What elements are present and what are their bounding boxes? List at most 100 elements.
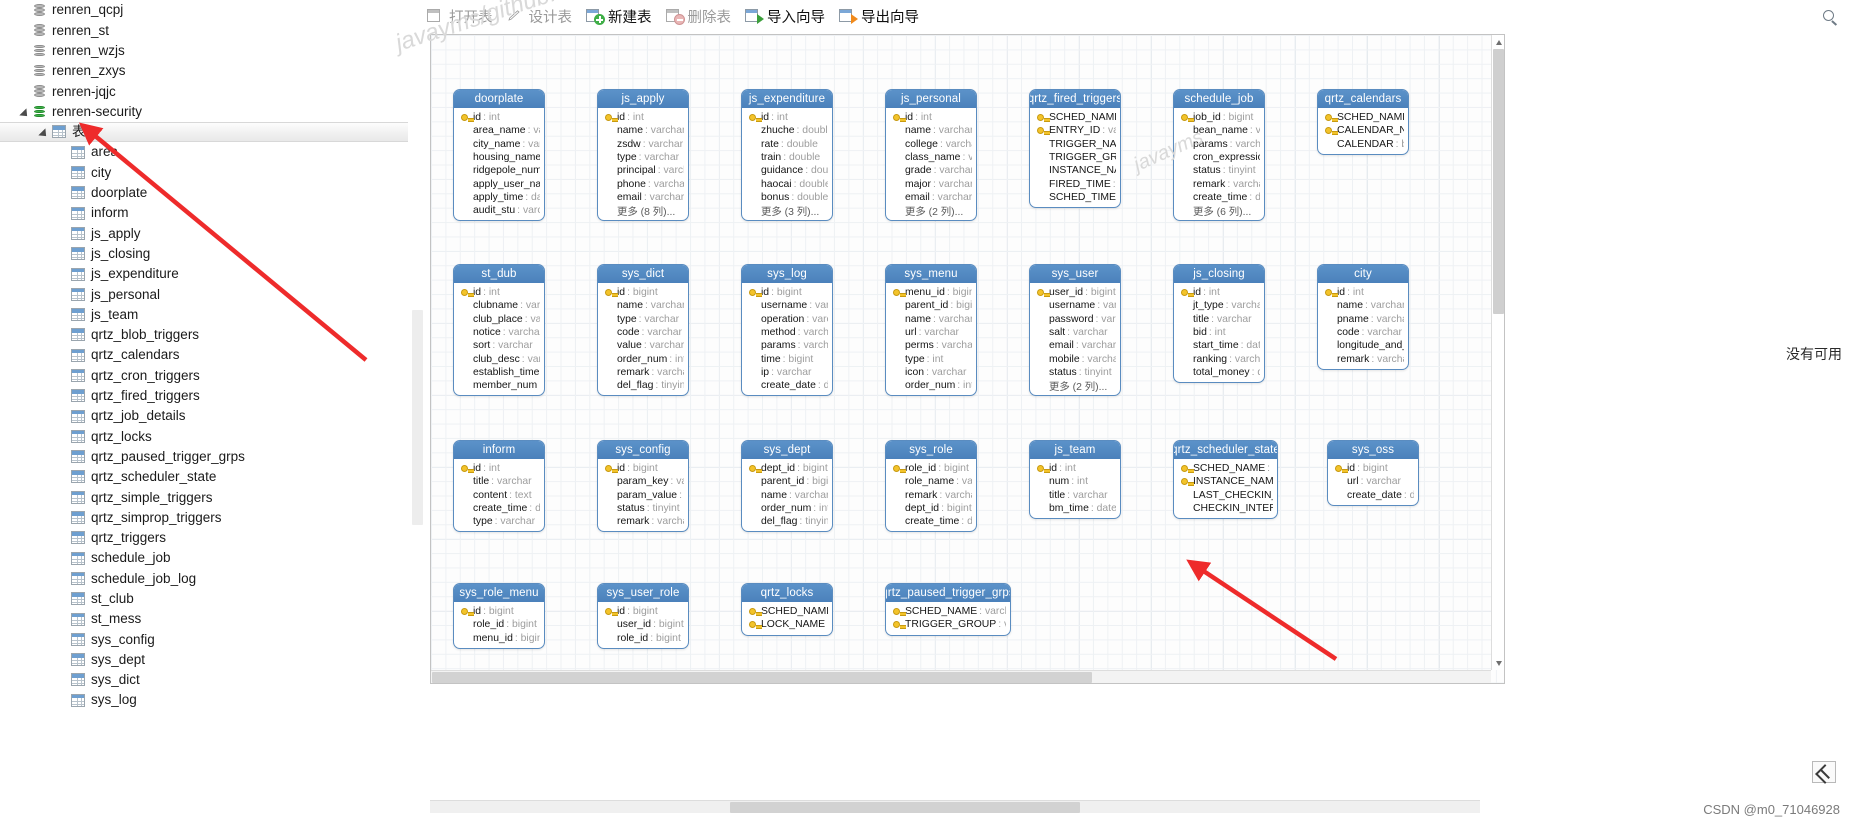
er-diagram-canvas[interactable]: doorplateid: intarea_name: varc...city_n… <box>431 35 1504 683</box>
tree-vscroll-thumb[interactable] <box>412 310 423 525</box>
er-table-sys_user[interactable]: sys_useruser_id: bigintusername: varchar… <box>1029 264 1121 397</box>
tree-item-renren-security[interactable]: renren-security <box>0 101 410 121</box>
tree-item-schedule_job_log[interactable]: schedule_job_log <box>0 568 410 588</box>
tree-item-js_closing[interactable]: js_closing <box>0 244 410 264</box>
tree-item-qrtz_scheduler_state[interactable]: qrtz_scheduler_state <box>0 467 410 487</box>
tree-item-renren-jqjc[interactable]: renren-jqjc <box>0 81 410 101</box>
er-table-qrtz_fired_triggers[interactable]: qrtz_fired_triggersSCHED_NAME: v...ENTRY… <box>1029 89 1121 209</box>
field-indent-spacer <box>460 165 473 176</box>
er-table-sys_dept[interactable]: sys_deptdept_id: bigintparent_id: bigint… <box>741 440 833 533</box>
table-toolbar[interactable]: 打开表 设计表 新建表 删除表 导入向导 导出向导 <box>410 0 1850 33</box>
tree-item-qrtz_locks[interactable]: qrtz_locks <box>0 426 410 446</box>
tree-item-city[interactable]: city <box>0 162 410 182</box>
field-indent-spacer <box>748 327 761 338</box>
expand-arrow-icon[interactable] <box>19 105 33 119</box>
tree-item-qrtz_paused_trigger_grps[interactable]: qrtz_paused_trigger_grps <box>0 447 410 467</box>
er-table-qrtz_scheduler_state[interactable]: qrtz_scheduler_stateSCHED_NAME: varc...I… <box>1173 440 1278 520</box>
tree-item-doorplate[interactable]: doorplate <box>0 183 410 203</box>
tree-item-area[interactable]: area <box>0 142 410 162</box>
er-table-sys_menu[interactable]: sys_menumenu_id: bigintparent_id: bigint… <box>885 264 977 397</box>
er-table-js_personal[interactable]: js_personal id: int name: varchar college: … <box>885 89 977 222</box>
er-table-schedule_job[interactable]: schedule_jobjob_id: bigintbean_name: var… <box>1173 89 1265 222</box>
tree-item-[interactable]: 表 <box>0 121 408 143</box>
scroll-up-arrow-icon[interactable] <box>1492 35 1504 48</box>
scroll-down-arrow-icon[interactable] <box>1492 657 1504 670</box>
tree-item-qrtz_blob_triggers[interactable]: qrtz_blob_triggers <box>0 325 410 345</box>
er-table-city[interactable]: cityid: intname: varcharpname: varcharco… <box>1317 264 1409 370</box>
tree-item-js_team[interactable]: js_team <box>0 304 410 324</box>
database-tree[interactable]: renren_qcpj renren_st renren_wzjs renren_zx… <box>0 0 410 710</box>
er-field-name: area_name <box>473 125 526 137</box>
er-more-columns-label[interactable]: 更多 (8 列)... <box>602 204 684 218</box>
er-field-name: params <box>761 340 796 352</box>
tree-item-js_apply[interactable]: js_apply <box>0 223 410 243</box>
er-field-type-value: bigint <box>520 632 540 644</box>
new-table-button[interactable]: 新建表 <box>579 3 659 29</box>
tree-item-qrtz_simple_triggers[interactable]: qrtz_simple_triggers <box>0 487 410 507</box>
er-field-name: ranking <box>1193 353 1228 365</box>
er-table-st_dub[interactable]: st_dubid: intclubname: varcharclub_place… <box>453 264 545 397</box>
resize-grip[interactable] <box>1812 761 1836 783</box>
tree-item-renren_zxys[interactable]: renren_zxys <box>0 61 410 81</box>
er-field-row: title: varchar <box>458 475 540 488</box>
window-hscroll-thumb[interactable] <box>730 802 1080 813</box>
delete-table-button[interactable]: 删除表 <box>659 3 739 29</box>
tree-item-label: renren_wzjs <box>52 42 125 58</box>
expand-arrow-icon[interactable] <box>38 125 52 139</box>
tree-item-st_mess[interactable]: st_mess <box>0 609 410 629</box>
tree-item-qrtz_calendars[interactable]: qrtz_calendars <box>0 345 410 365</box>
import-wizard-button[interactable]: 导入向导 <box>738 3 832 29</box>
tree-item-sys_dict[interactable]: sys_dict <box>0 670 410 690</box>
table-icon <box>71 531 85 545</box>
tree-item-js_expenditure[interactable]: js_expenditure <box>0 264 410 284</box>
er-table-sys_oss[interactable]: sys_oss id: bigint url: varchar create_date… <box>1327 440 1419 506</box>
er-table-qrtz_paused_trigger_grps[interactable]: qrtz_paused_trigger_grps SCHED_NAME: varc… <box>885 583 1011 636</box>
search-icon[interactable] <box>1823 10 1838 26</box>
tree-item-sys_config[interactable]: sys_config <box>0 629 410 649</box>
export-wizard-button[interactable]: 导出向导 <box>832 3 926 29</box>
er-table-js_apply[interactable]: js_apply id: int name: varchar zsdw: varcha… <box>597 89 689 222</box>
tree-item-qrtz_cron_triggers[interactable]: qrtz_cron_triggers <box>0 365 410 385</box>
er-table-js_team[interactable]: js_team id: int num: int title: varchar bm_t… <box>1029 440 1121 520</box>
tree-item-qrtz_triggers[interactable]: qrtz_triggers <box>0 528 410 548</box>
tree-item-qrtz_simprop_triggers[interactable]: qrtz_simprop_triggers <box>0 507 410 527</box>
er-more-columns-label[interactable]: 更多 (2 列)... <box>1034 379 1116 393</box>
tree-item-sys_dept[interactable]: sys_dept <box>0 650 410 670</box>
tree-vertical-scrollbar[interactable] <box>411 310 424 525</box>
tree-item-renren_st[interactable]: renren_st <box>0 20 410 40</box>
tree-item-inform[interactable]: inform <box>0 203 410 223</box>
tree-item-js_personal[interactable]: js_personal <box>0 284 410 304</box>
canvas-hscroll-thumb[interactable] <box>432 672 1092 683</box>
tree-item-qrtz_fired_triggers[interactable]: qrtz_fired_triggers <box>0 386 410 406</box>
canvas-vscroll-thumb[interactable] <box>1493 49 1504 314</box>
open-table-button[interactable]: 打开表 <box>420 3 500 29</box>
er-table-sys_role[interactable]: sys_rolerole_id: bigintrole_name: varcha… <box>885 440 977 533</box>
tree-item-sys_log[interactable]: sys_log <box>0 690 410 710</box>
er-table-sys_user_role[interactable]: sys_user_role id: bigint user_id: bigint ro… <box>597 583 689 649</box>
er-table-inform[interactable]: inform id: int title: varchar content: text… <box>453 440 545 533</box>
tree-item-st_club[interactable]: st_club <box>0 589 410 609</box>
er-table-sys_dict[interactable]: sys_dict id: bigint name: varchar type: var… <box>597 264 689 397</box>
object-tree-sidebar[interactable]: renren_qcpj renren_st renren_wzjs renren_zx… <box>0 0 410 821</box>
er-table-qrtz_calendars[interactable]: qrtz_calendarsSCHED_NAME: v...CALENDAR_N… <box>1317 89 1409 155</box>
er-table-doorplate[interactable]: doorplateid: intarea_name: varc...city_n… <box>453 89 545 222</box>
er-more-columns-label[interactable]: 更多 (6 列)... <box>1178 204 1260 218</box>
er-diagram-canvas-container[interactable]: doorplateid: intarea_name: varc...city_n… <box>430 34 1505 684</box>
er-table-js_expenditure[interactable]: js_expenditureid: intzhuche: doublerate:… <box>741 89 833 222</box>
tree-item-renren_wzjs[interactable]: renren_wzjs <box>0 41 410 61</box>
er-table-sys_role_menu[interactable]: sys_role_menu id: bigint role_id: bigint me… <box>453 583 545 649</box>
tree-item-renren_qcpj[interactable]: renren_qcpj <box>0 0 410 20</box>
er-more-columns-label[interactable]: 更多 (3 列)... <box>746 204 828 218</box>
tree-item-schedule_job[interactable]: schedule_job <box>0 548 410 568</box>
er-table-sys_log[interactable]: sys_logid: bigintusername: varcharoperat… <box>741 264 833 397</box>
window-horizontal-scrollbar[interactable] <box>430 800 1480 813</box>
er-table-sys_config[interactable]: sys_configid: bigintparam_key: varch...p… <box>597 440 689 533</box>
tree-item-qrtz_job_details[interactable]: qrtz_job_details <box>0 406 410 426</box>
canvas-vertical-scrollbar[interactable] <box>1491 35 1504 670</box>
design-table-button[interactable]: 设计表 <box>500 3 580 29</box>
canvas-horizontal-scrollbar[interactable] <box>431 670 1491 683</box>
er-table-qrtz_locks[interactable]: qrtz_locksSCHED_NAME: v...LOCK_NAME: var… <box>741 583 833 636</box>
er-table-js_closing[interactable]: js_closingid: intjt_type: varchartitle: … <box>1173 264 1265 384</box>
er-more-columns-label[interactable]: 更多 (2 列)... <box>890 204 972 218</box>
